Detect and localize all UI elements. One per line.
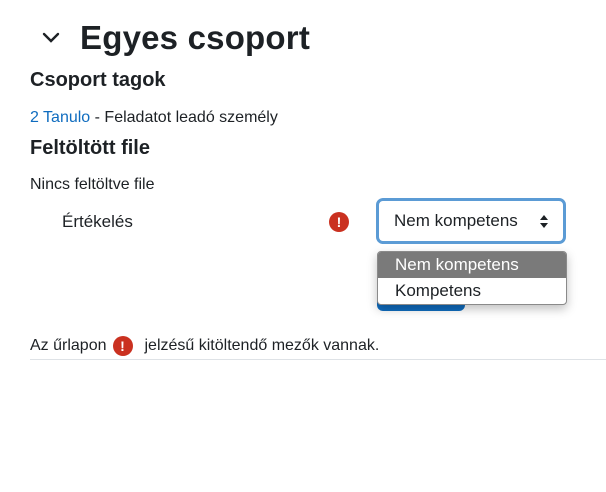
grade-label: Értékelés [62, 212, 133, 231]
grade-select[interactable]: Nem kompetens [376, 198, 566, 244]
divider [30, 359, 606, 360]
option-kompetens[interactable]: Kompetens [378, 278, 566, 304]
grade-options-list: Nem kompetens Kompetens [377, 251, 567, 305]
note-text-after: jelzésű kitöltendő mezők vannak. [144, 337, 380, 354]
member-description: - Feladatot leadó személy [90, 109, 278, 126]
required-fields-note: Az űrlapon ! jelzésű kitöltendő mezők va… [30, 336, 379, 356]
required-icon: ! [112, 336, 133, 356]
files-status: Nincs feltöltve file [30, 176, 155, 193]
member-link[interactable]: 2 Tanulo [30, 109, 90, 126]
group-member-line: 2 Tanulo - Feladatot leadó személy [30, 109, 278, 127]
files-heading: Feltöltött file [30, 137, 150, 159]
group-heading: Csoport tagok [30, 69, 166, 91]
option-nem-kompetens[interactable]: Nem kompetens [378, 252, 566, 278]
sort-caret-icon [539, 213, 549, 234]
section-title: Egyes csoport [80, 19, 311, 56]
section-header: Egyes csoport [38, 16, 310, 60]
required-icon: ! [329, 212, 349, 232]
grade-select-value: Nem kompetens [394, 211, 518, 230]
note-text-before: Az űrlapon [30, 337, 107, 354]
collapse-chevron-icon[interactable] [38, 25, 64, 51]
